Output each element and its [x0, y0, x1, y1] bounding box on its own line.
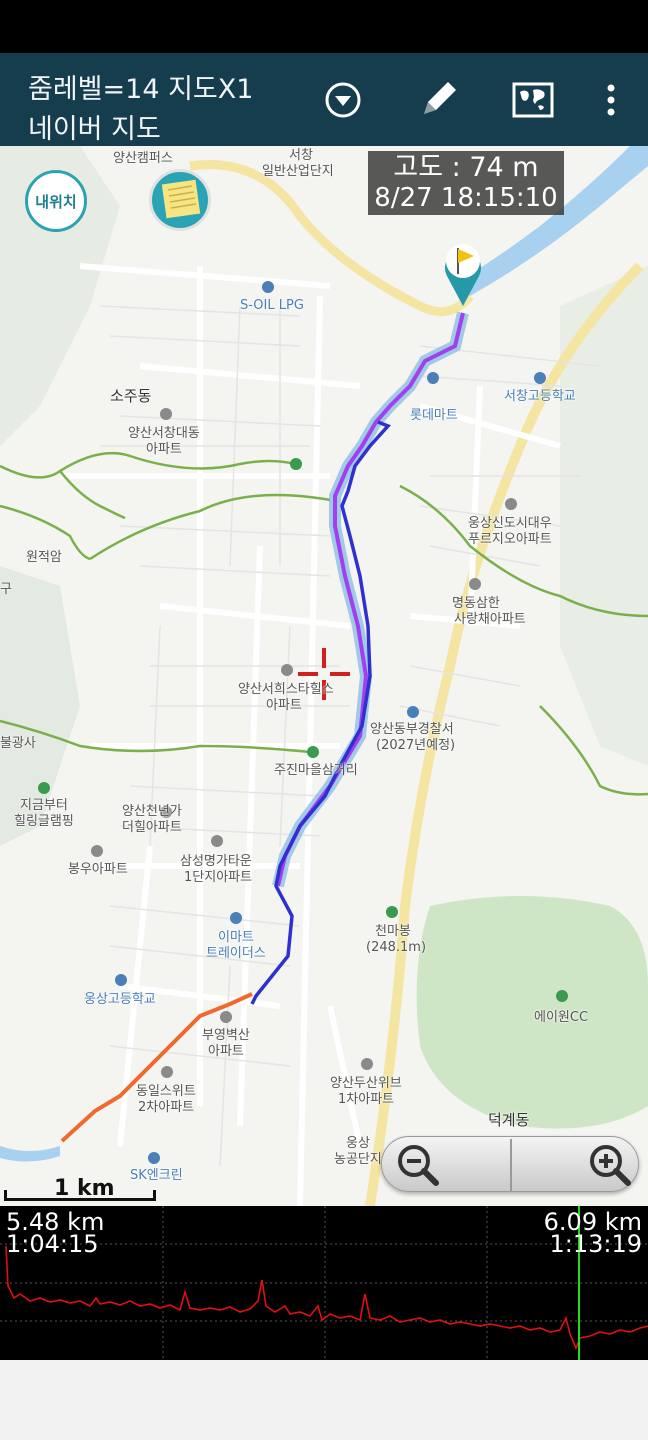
poi-label: 동일스위트	[136, 1084, 196, 1099]
scale-bar: 1 km	[4, 1176, 160, 1202]
poi-label: 웅상신도시대우	[468, 516, 552, 531]
status-bar	[0, 0, 648, 53]
zoom-divider	[510, 1139, 512, 1191]
map-type-button[interactable]	[504, 71, 562, 129]
poi-label: S-OIL LPG	[240, 298, 304, 313]
poi-label: 불광사	[0, 736, 36, 751]
app-bar: 줌레벨=14 지도X1 네이버 지도	[0, 53, 648, 146]
zoom-level-title: 줌레벨=14 지도X1	[28, 74, 254, 105]
scale-line	[4, 1198, 156, 1201]
poi-label: 구	[0, 582, 12, 597]
poi-label: 더힐아파트	[122, 820, 182, 835]
pencil-icon	[424, 82, 456, 114]
poi-label: 봉우아파트	[68, 862, 128, 877]
poi-label: 천마봉	[375, 924, 411, 939]
destination-flag-marker	[444, 244, 482, 306]
bottom-empty-area	[0, 1360, 648, 1440]
poi-label: 아파트	[208, 1044, 244, 1059]
poi-label: 힐링글램핑	[14, 814, 74, 829]
poi-label: 2차아파트	[138, 1100, 195, 1115]
zoom-in-icon	[590, 1145, 631, 1186]
poi-label: 서창	[289, 148, 313, 163]
poi-label: 양산서창대동	[128, 426, 200, 441]
memo-icon	[161, 179, 201, 219]
edit-button[interactable]	[409, 71, 467, 129]
timestamp-value: 8/27 18:15:10	[374, 183, 558, 213]
zoom-controls	[381, 1136, 639, 1192]
poi-label: 일반산업단지	[262, 164, 334, 179]
poi-label: 웅상고등학교	[84, 992, 156, 1007]
poi-label: 양산캠퍼스	[113, 151, 173, 166]
more-options-button[interactable]	[582, 71, 640, 129]
poi-label: 롯데마트	[410, 408, 458, 423]
poi-label: 1단지아파트	[184, 870, 253, 885]
poi-label: 서창고등학교	[504, 389, 576, 404]
zoom-out-icon	[398, 1145, 439, 1186]
poi-label: 지금부터	[20, 798, 68, 813]
area-label: 소주동	[110, 387, 152, 405]
poi-label: 웅상	[346, 1136, 370, 1151]
dropdown-button[interactable]	[314, 71, 372, 129]
poi-label: 트레이더스	[206, 946, 266, 961]
poi-label: 양산두산위브	[330, 1076, 402, 1091]
profile-left-time: 1:04:15	[6, 1230, 99, 1258]
poi-label: 삼성명가타운	[180, 854, 252, 869]
memo-button[interactable]	[149, 169, 211, 231]
scale-tick	[4, 1190, 7, 1201]
profile-right-time: 1:13:19	[549, 1230, 642, 1258]
world-map-icon	[512, 82, 554, 118]
map-view[interactable]: 양산캠퍼스 서창 일반산업단지 S-OIL LPG 소주동 양산서창대동 아파트…	[0, 146, 648, 1206]
more-vert-icon	[607, 84, 615, 116]
area-label: 덕계동	[488, 1111, 530, 1129]
poi-label: 양산동부경찰서	[370, 722, 454, 737]
zoom-in-button[interactable]	[586, 1141, 634, 1189]
poi-label: (248.1m)	[366, 940, 427, 955]
poi-label: 부영벽산	[202, 1028, 250, 1043]
scale-tick	[153, 1190, 156, 1201]
poi-label: 명동삼한	[452, 596, 500, 611]
poi-label: 에이원CC	[534, 1010, 589, 1025]
poi-label: 양산천년가	[122, 804, 182, 819]
zoom-out-button[interactable]	[394, 1141, 442, 1189]
poi-label: (2027년예정)	[376, 738, 456, 753]
dropdown-circle-icon	[325, 82, 361, 118]
poi-label: 주진마을삼거리	[274, 763, 358, 778]
altitude-tooltip: 고도 : 74 m 8/27 18:15:10	[368, 151, 564, 215]
poi-label: 원적암	[26, 550, 62, 565]
poi-label: 아파트	[146, 442, 182, 457]
poi-label: 푸르지오아파트	[468, 532, 552, 547]
my-location-label: 내위치	[35, 193, 77, 211]
poi-label: 1차아파트	[338, 1092, 395, 1107]
poi-label: 이마트	[218, 930, 254, 945]
map-canvas	[0, 146, 648, 1206]
poi-label: 아파트	[266, 698, 302, 713]
altitude-value: 고도 : 74 m	[393, 152, 539, 183]
elevation-profile[interactable]: 5.48 km 1:04:15 6.09 km 1:13:19	[0, 1206, 648, 1360]
my-location-button[interactable]: 내위치	[25, 170, 87, 232]
poi-label: 양산서희스타힐스	[238, 682, 334, 697]
map-source-title: 네이버 지도	[28, 114, 161, 145]
poi-label: 농공단지	[334, 1152, 382, 1167]
poi-label: 사랑채아파트	[454, 612, 526, 627]
